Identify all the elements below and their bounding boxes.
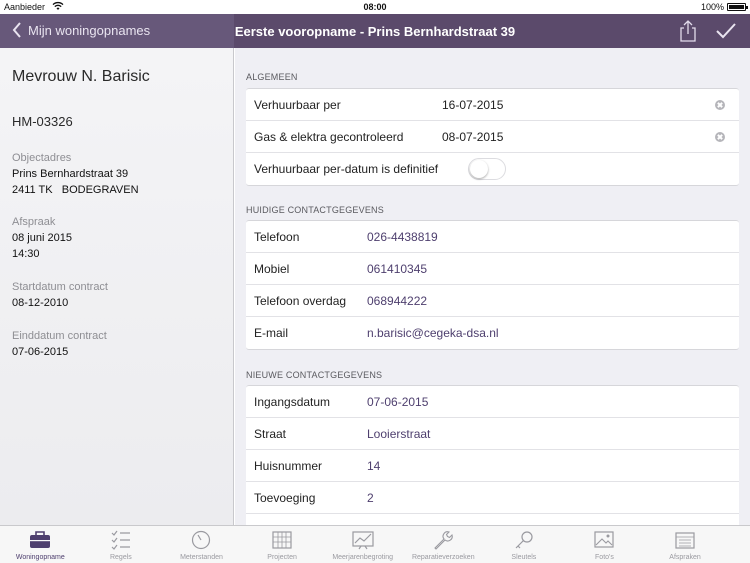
tab-reparatieverzoeken[interactable]: Reparatieverzoeken bbox=[403, 526, 484, 563]
addition-field[interactable]: 2 bbox=[367, 491, 374, 505]
page-title: Eerste vooropname - Prins Bernhardstraat… bbox=[234, 24, 516, 39]
start-date-field[interactable]: 07-06-2015 bbox=[367, 395, 428, 409]
tab-bar: Woningopname Regels Meterstanden Project… bbox=[0, 525, 750, 563]
tab-label: Woningopname bbox=[15, 554, 65, 561]
daytime-phone-label: Telefoon overdag bbox=[254, 294, 347, 308]
tab-meterstanden[interactable]: Meterstanden bbox=[161, 526, 242, 563]
tab-regels[interactable]: Regels bbox=[81, 526, 162, 563]
section-header-current-contact: HUIDIGE CONTACTGEGEVENS bbox=[246, 205, 384, 215]
tab-label: Afspraken bbox=[669, 554, 701, 561]
contract-end-block: Einddatum contract 07-06-2015 bbox=[12, 328, 107, 360]
clear-gas-electricity-icon[interactable] bbox=[715, 132, 725, 142]
client-name: Mevrouw N. Barisic bbox=[12, 68, 150, 85]
battery-percentage: 100% bbox=[700, 2, 724, 12]
inspection-form[interactable]: ALGEMEEN Verhuurbaar per 16-07-2015 Gas … bbox=[235, 48, 750, 525]
tab-afspraken[interactable]: Afspraken bbox=[645, 526, 726, 563]
client-code: HM-03326 bbox=[12, 114, 73, 129]
share-icon[interactable] bbox=[679, 20, 697, 42]
general-group: Verhuurbaar per 16-07-2015 Gas & elektra… bbox=[246, 88, 739, 186]
briefcase-icon bbox=[30, 531, 51, 548]
tab-meerjarenbegroting[interactable]: Meerjarenbegroting bbox=[322, 526, 403, 563]
rentable-final-row: Verhuurbaar per-datum is definitief bbox=[246, 153, 739, 185]
tab-label: Sleutels bbox=[511, 554, 537, 561]
appointment-date: 08 juni 2015 bbox=[12, 232, 72, 244]
rentable-from-field[interactable]: 16-07-2015 bbox=[442, 98, 503, 112]
next-row-partial[interactable] bbox=[246, 514, 739, 525]
status-bar: Aanbieder 08:00 100% bbox=[0, 0, 750, 14]
checklist-icon bbox=[111, 530, 130, 550]
gauge-icon bbox=[192, 530, 211, 550]
back-button-label: Mijn woningopnames bbox=[28, 22, 151, 38]
house-number-row[interactable]: Huisnummer 14 bbox=[246, 450, 739, 482]
phone-label: Telefoon bbox=[254, 230, 300, 244]
rentable-final-label: Verhuurbaar per-datum is definitief bbox=[254, 162, 439, 176]
contract-start-date: 08-12-2010 bbox=[12, 297, 69, 309]
appointment-time: 14:30 bbox=[12, 248, 40, 260]
calendar-icon bbox=[675, 532, 695, 549]
battery-icon bbox=[727, 3, 748, 11]
start-date-row[interactable]: Ingangsdatum 07-06-2015 bbox=[246, 386, 739, 418]
tab-label: Regels bbox=[109, 554, 132, 561]
back-button[interactable]: Mijn woningopnames bbox=[12, 22, 150, 38]
photo-icon bbox=[594, 531, 615, 548]
address-line-2: 2411 TK BODEGRAVEN bbox=[12, 184, 139, 196]
tab-fotos[interactable]: Foto's bbox=[564, 526, 645, 563]
gas-electricity-label: Gas & elektra gecontroleerd bbox=[254, 130, 404, 144]
start-date-label: Ingangsdatum bbox=[254, 395, 331, 409]
tab-sleutels[interactable]: Sleutels bbox=[484, 526, 565, 563]
contract-end-label: Einddatum contract bbox=[12, 330, 107, 342]
appointment-label: Afspraak bbox=[12, 216, 56, 228]
house-number-field[interactable]: 14 bbox=[367, 459, 380, 473]
email-label: E-mail bbox=[254, 326, 289, 340]
client-summary-pane: Mevrouw N. Barisic HM-03326 Objectadres … bbox=[0, 48, 234, 525]
tab-woningopname[interactable]: Woningopname bbox=[0, 526, 81, 563]
tab-label: Meterstanden bbox=[180, 554, 223, 561]
contract-end-date: 07-06-2015 bbox=[12, 346, 69, 358]
house-number-label: Huisnummer bbox=[254, 459, 323, 473]
grid-icon bbox=[272, 531, 292, 549]
tab-projecten[interactable]: Projecten bbox=[242, 526, 323, 563]
gas-electricity-row[interactable]: Gas & elektra gecontroleerd 08-07-2015 bbox=[246, 121, 739, 153]
mobile-row[interactable]: Mobiel 061410345 bbox=[246, 253, 739, 285]
rentable-final-toggle[interactable] bbox=[468, 158, 506, 180]
section-header-general: ALGEMEEN bbox=[246, 72, 298, 82]
contract-start-label: Startdatum contract bbox=[12, 281, 108, 293]
tab-label: Foto's bbox=[595, 554, 614, 561]
mobile-value[interactable]: 061410345 bbox=[367, 262, 427, 276]
rentable-from-label: Verhuurbaar per bbox=[254, 98, 341, 112]
street-row[interactable]: Straat Looierstraat bbox=[246, 418, 739, 450]
address-label: Objectadres bbox=[12, 152, 72, 164]
street-label: Straat bbox=[254, 427, 287, 441]
email-value[interactable]: n.barisic@cegeka-dsa.nl bbox=[367, 326, 499, 340]
chevron-left-icon bbox=[12, 22, 21, 38]
rentable-from-row[interactable]: Verhuurbaar per 16-07-2015 bbox=[246, 89, 739, 121]
tab-label: Reparatieverzoeken bbox=[411, 554, 475, 561]
addition-label: Toevoeging bbox=[254, 491, 316, 505]
wrench-icon bbox=[434, 531, 454, 550]
phone-row[interactable]: Telefoon 026-4438819 bbox=[246, 221, 739, 253]
clock: 08:00 bbox=[363, 2, 387, 12]
key-icon bbox=[515, 531, 533, 549]
navigation-bar: Mijn woningopnames Eerste vooropname - P… bbox=[0, 14, 750, 48]
gas-electricity-field[interactable]: 08-07-2015 bbox=[442, 130, 503, 144]
clear-rentable-from-icon[interactable] bbox=[715, 100, 725, 110]
daytime-phone-value[interactable]: 068944222 bbox=[367, 294, 427, 308]
daytime-phone-row[interactable]: Telefoon overdag 068944222 bbox=[246, 285, 739, 317]
tab-label: Meerjarenbegroting bbox=[332, 554, 394, 561]
current-contact-group: Telefoon 026-4438819 Mobiel 061410345 Te… bbox=[246, 220, 739, 350]
street-field[interactable]: Looierstraat bbox=[367, 427, 430, 441]
mobile-label: Mobiel bbox=[254, 262, 290, 276]
chart-icon bbox=[352, 531, 374, 550]
addition-row[interactable]: Toevoeging 2 bbox=[246, 482, 739, 514]
tab-label: Projecten bbox=[267, 554, 297, 561]
new-contact-group: Ingangsdatum 07-06-2015 Straat Looierstr… bbox=[246, 385, 739, 525]
address-line-1: Prins Bernhardstraat 39 bbox=[12, 168, 129, 180]
phone-value[interactable]: 026-4438819 bbox=[367, 230, 438, 244]
section-header-new-contact: NIEUWE CONTACTGEGEVENS bbox=[246, 370, 383, 380]
appointment-block: Afspraak 08 juni 2015 14:30 bbox=[12, 214, 72, 262]
email-row[interactable]: E-mail n.barisic@cegeka-dsa.nl bbox=[246, 317, 739, 349]
checkmark-icon[interactable] bbox=[715, 22, 737, 40]
address-block: Objectadres Prins Bernhardstraat 39 2411… bbox=[12, 150, 139, 198]
contract-start-block: Startdatum contract 08-12-2010 bbox=[12, 279, 108, 311]
